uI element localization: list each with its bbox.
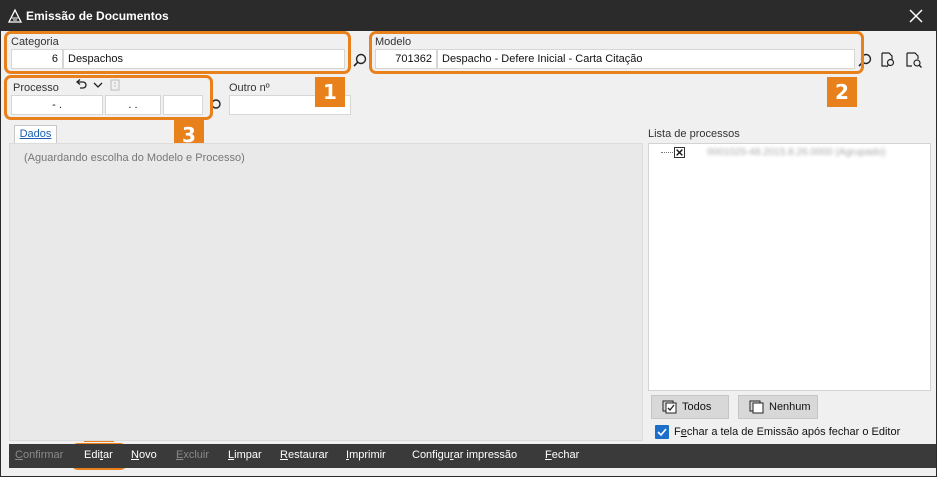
- uncheck-all-icon: [749, 400, 764, 414]
- dialog-body: Categoria 6 Despachos Modelo 701362 Desp…: [1, 31, 936, 476]
- search-document-icon[interactable]: [879, 51, 897, 69]
- highlight-categoria: [4, 31, 351, 74]
- search-edit-document-icon[interactable]: [905, 51, 923, 69]
- check-all-icon: [662, 400, 677, 414]
- fechar-button[interactable]: Fechar: [545, 449, 579, 461]
- tab-dados[interactable]: Dados: [14, 125, 57, 143]
- lista-processos-panel: 0001025-48.2015.8.26.0000 (Agrupado): [648, 143, 931, 391]
- fechar-tela-option[interactable]: Fechar a tela de Emissão após fechar o E…: [655, 424, 925, 440]
- window-title: Emissão de Documentos: [26, 9, 169, 23]
- title-bar: Emissão de Documentos: [0, 0, 937, 31]
- lista-processos-label: Lista de processos: [648, 128, 740, 140]
- item-checkbox[interactable]: [674, 147, 685, 158]
- highlight-processo: [4, 75, 213, 120]
- excluir-button[interactable]: Excluir: [176, 449, 209, 461]
- list-item[interactable]: 0001025-48.2015.8.26.0000 (Agrupado): [649, 144, 930, 162]
- editar-button[interactable]: Editar: [84, 449, 113, 461]
- step-badge-2: 2: [827, 77, 857, 107]
- imprimir-button[interactable]: Imprimir: [346, 449, 386, 461]
- limpar-button[interactable]: Limpar: [228, 449, 262, 461]
- close-icon[interactable]: [905, 6, 927, 26]
- action-toolbar: Confirmar Editar Novo Excluir Limpar Res…: [9, 444, 936, 468]
- outro-numero-label: Outro nº: [229, 82, 270, 94]
- novo-button[interactable]: Novo: [131, 449, 157, 461]
- dados-panel: (Aguardando escolha do Modelo e Processo…: [9, 143, 643, 441]
- process-number-text: 0001025-48.2015.8.26.0000 (Agrupado): [707, 147, 886, 158]
- highlight-modelo: [369, 31, 864, 74]
- step-badge-1: 1: [315, 77, 345, 107]
- restaurar-button[interactable]: Restaurar: [280, 449, 328, 461]
- todos-button[interactable]: Todos: [651, 395, 729, 419]
- configurar-impressao-button[interactable]: Configurar impressão: [412, 449, 517, 461]
- dados-placeholder: (Aguardando escolha do Modelo e Processo…: [24, 152, 245, 164]
- app-logo-icon: [8, 9, 22, 23]
- nenhum-button[interactable]: Nenhum: [738, 395, 818, 419]
- nenhum-label: Nenhum: [769, 401, 811, 413]
- search-icon[interactable]: [351, 51, 369, 69]
- fechar-tela-label: Fechar a tela de Emissão após fechar o E…: [674, 426, 901, 438]
- fechar-tela-checkbox[interactable]: [655, 425, 669, 439]
- confirmar-button[interactable]: Confirmar: [15, 449, 63, 461]
- todos-label: Todos: [682, 401, 712, 413]
